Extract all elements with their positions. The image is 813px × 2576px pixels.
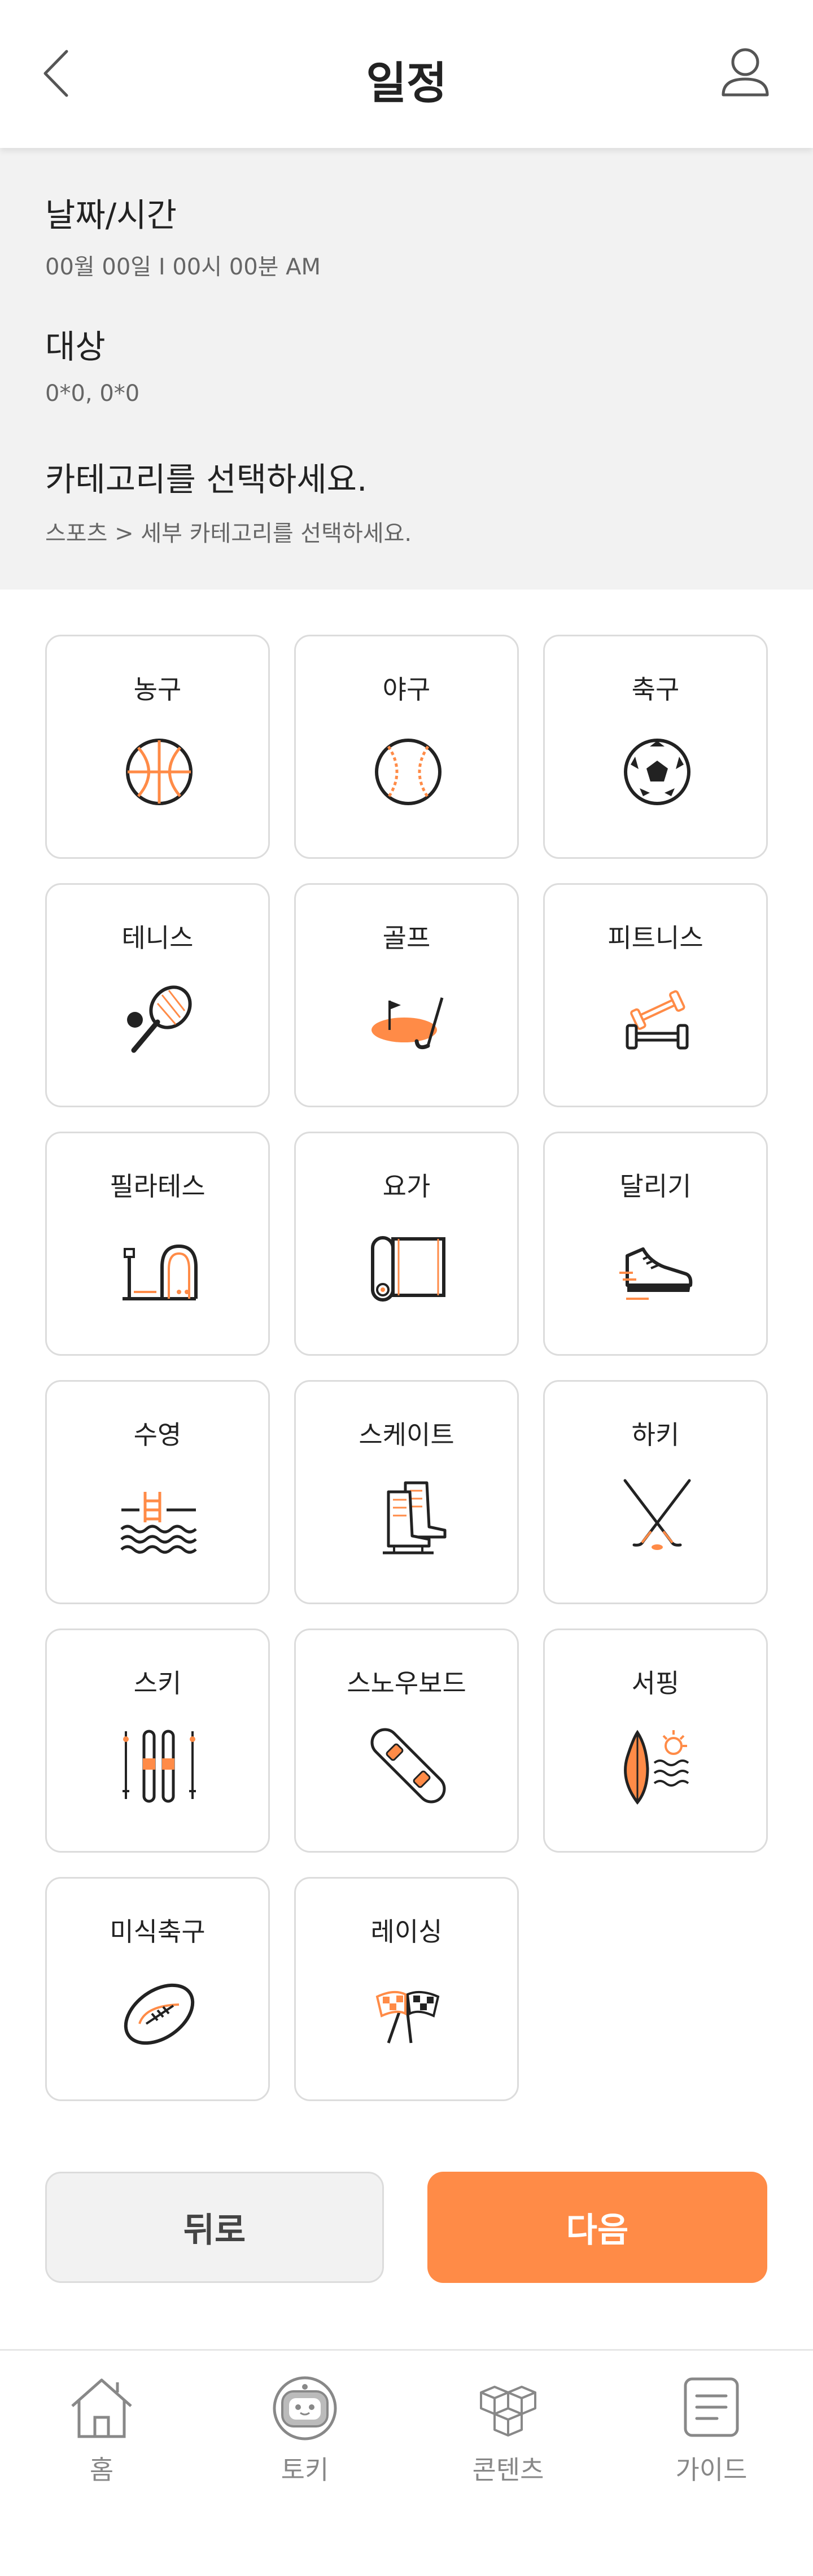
schedule-summary: 날짜/시간 00월 00일 I 00시 00분 AM 대상 0*0, 0*0 카… xyxy=(0,148,813,590)
category-card-swimming[interactable]: 수영 xyxy=(45,1380,270,1604)
nav-item-guide[interactable]: 가이드 xyxy=(644,2373,779,2509)
category-card-basketball[interactable]: 농구 xyxy=(45,635,270,859)
category-path: 스포츠 > 세부 카테고리를 선택하세요. xyxy=(45,521,412,547)
category-label: 스케이트 xyxy=(359,1420,454,1450)
home-icon xyxy=(71,2378,132,2438)
category-label: 레이싱 xyxy=(370,1916,443,1947)
nav-label: 홈 xyxy=(89,2455,114,2485)
surfboard-icon xyxy=(624,1730,689,1805)
next-button[interactable]: 다음 xyxy=(427,2172,767,2283)
pilates-reformer-icon xyxy=(123,1244,198,1300)
category-label: 미식축구 xyxy=(110,1916,206,1947)
basketball-icon xyxy=(126,739,193,805)
category-label: 피트니스 xyxy=(607,923,703,953)
nav-item-contents[interactable]: 콘텐츠 xyxy=(440,2373,576,2509)
category-label: 하키 xyxy=(631,1420,680,1450)
robot-icon xyxy=(273,2376,337,2440)
category-label: 골프 xyxy=(382,923,431,953)
datetime-label: 날짜/시간 xyxy=(45,196,177,234)
bottom-navigation: 홈 토키 콘텐츠 가이드 xyxy=(0,2349,813,2576)
category-card-soccer[interactable]: 축구 xyxy=(543,635,768,859)
page-title: 일정 xyxy=(366,58,447,109)
category-card-yoga[interactable]: 요가 xyxy=(294,1132,519,1356)
category-label: 서핑 xyxy=(631,1668,680,1699)
category-card-tennis[interactable]: 테니스 xyxy=(45,883,270,1107)
category-card-surfing[interactable]: 서핑 xyxy=(543,1628,768,1853)
category-label: 야구 xyxy=(382,674,431,705)
top-app-bar: 일정 xyxy=(0,0,813,148)
category-label: 스노우보드 xyxy=(347,1668,466,1699)
tennis-icon xyxy=(127,985,192,1053)
profile-icon[interactable] xyxy=(720,45,771,99)
snowboard-icon xyxy=(370,1728,446,1804)
nav-item-home[interactable]: 홈 xyxy=(34,2373,169,2509)
soccer-ball-icon xyxy=(624,739,690,805)
category-card-baseball[interactable]: 야구 xyxy=(294,635,519,859)
category-label: 필라테스 xyxy=(110,1171,206,1202)
category-label: 스키 xyxy=(133,1668,182,1699)
category-card-racing[interactable]: 레이싱 xyxy=(294,1877,519,2101)
category-card-golf[interactable]: 골프 xyxy=(294,883,519,1107)
swimming-pool-icon xyxy=(120,1492,197,1554)
racing-flags-icon xyxy=(375,1990,440,2044)
american-football-icon xyxy=(124,1983,195,2045)
back-button[interactable]: 뒤로 xyxy=(45,2172,384,2283)
category-card-running[interactable]: 달리기 xyxy=(543,1132,768,1356)
category-label: 요가 xyxy=(382,1171,431,1202)
skis-icon xyxy=(123,1730,196,1803)
category-card-snowboard[interactable]: 스노우보드 xyxy=(294,1628,519,1853)
datetime-value: 00월 00일 I 00시 00분 AM xyxy=(45,254,321,280)
target-label: 대상 xyxy=(45,328,106,366)
nav-label: 가이드 xyxy=(675,2455,748,2485)
ice-skate-icon xyxy=(383,1481,447,1555)
nav-label: 콘텐츠 xyxy=(472,2455,544,2485)
document-icon xyxy=(684,2377,739,2437)
category-label: 카테고리를 선택하세요. xyxy=(45,460,368,499)
boxes-icon xyxy=(480,2386,536,2437)
category-card-ski[interactable]: 스키 xyxy=(45,1628,270,1853)
category-label: 달리기 xyxy=(619,1171,692,1202)
category-card-pilates[interactable]: 필라테스 xyxy=(45,1132,270,1356)
golf-icon xyxy=(371,997,444,1050)
nav-item-toki[interactable]: 토키 xyxy=(237,2373,373,2509)
yoga-mat-icon xyxy=(371,1236,445,1302)
category-card-fitness[interactable]: 피트니스 xyxy=(543,883,768,1107)
category-label: 축구 xyxy=(631,674,680,705)
category-label: 테니스 xyxy=(121,923,194,953)
baseball-icon xyxy=(375,739,442,805)
category-card-hockey[interactable]: 하키 xyxy=(543,1380,768,1604)
dumbbell-icon xyxy=(626,990,689,1050)
hockey-sticks-icon xyxy=(623,1479,691,1550)
category-label: 수영 xyxy=(133,1420,182,1450)
running-shoe-icon xyxy=(619,1247,693,1300)
target-value: 0*0, 0*0 xyxy=(45,381,140,407)
nav-label: 토키 xyxy=(281,2455,329,2485)
category-card-american-football[interactable]: 미식축구 xyxy=(45,1877,270,2101)
category-card-skating[interactable]: 스케이트 xyxy=(294,1380,519,1604)
category-label: 농구 xyxy=(133,674,182,705)
